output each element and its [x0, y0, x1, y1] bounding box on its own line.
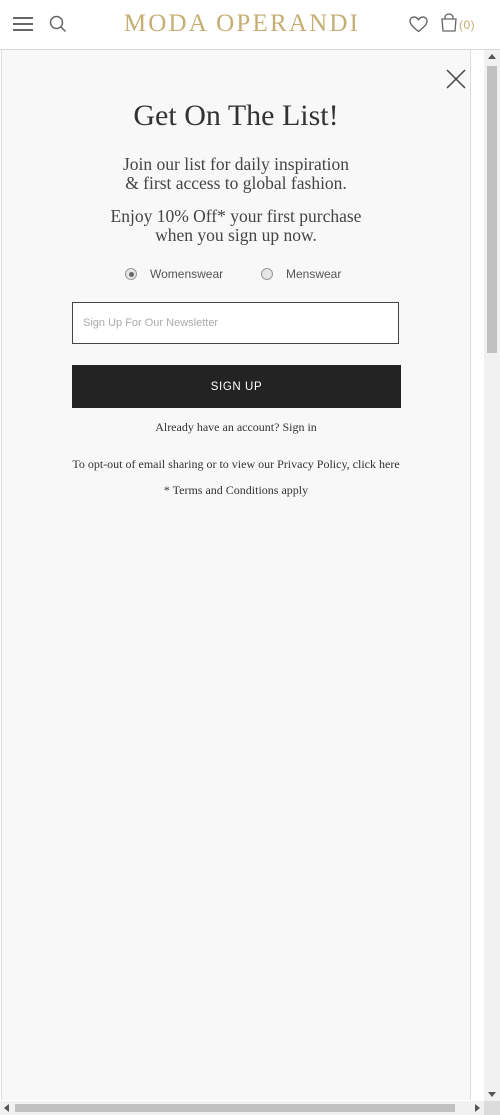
- intro-line: Join our list for daily inspiration: [122, 154, 350, 174]
- sign-in-link[interactable]: Sign in: [282, 420, 316, 434]
- radio-label: Menswear: [286, 267, 342, 281]
- radio-button-checked[interactable]: [125, 268, 137, 280]
- already-text: Already have an account?: [155, 420, 280, 434]
- horizontal-scrollbar[interactable]: [0, 1101, 484, 1115]
- optout-notice: To opt-out of email sharing or to view o…: [2, 457, 470, 472]
- gender-radio-group: Womenswear Menswear: [2, 267, 470, 287]
- newsletter-modal: Get On The List! Join our list for daily…: [1, 50, 471, 1100]
- optout-text: To opt-out of email sharing or to view o…: [72, 457, 275, 471]
- horizontal-scroll-thumb[interactable]: [15, 1104, 455, 1112]
- scroll-right-arrow-icon[interactable]: [475, 1104, 480, 1112]
- womenswear-radio[interactable]: Womenswear: [125, 267, 223, 281]
- scroll-left-arrow-icon[interactable]: [4, 1104, 9, 1112]
- intro-text: Join our list for daily inspiration & fi…: [2, 155, 470, 193]
- already-have-account: Already have an account? Sign in: [2, 420, 470, 435]
- scroll-up-arrow-icon[interactable]: [488, 54, 496, 59]
- close-icon[interactable]: [445, 68, 467, 90]
- radio-button-unchecked[interactable]: [261, 268, 273, 280]
- offer-line: Enjoy 10% Off* your first purchase: [110, 206, 362, 226]
- menswear-radio[interactable]: Menswear: [261, 267, 341, 281]
- site-header: MODA OPERANDI (0): [0, 0, 500, 50]
- privacy-policy-link[interactable]: Privacy Policy, click here: [277, 457, 400, 471]
- heart-icon[interactable]: [409, 16, 428, 33]
- vertical-scroll-thumb[interactable]: [487, 66, 497, 353]
- modal-title: Get On The List!: [133, 99, 339, 132]
- offer-text: Enjoy 10% Off* your first purchase when …: [2, 207, 470, 245]
- scroll-down-arrow-icon[interactable]: [488, 1092, 496, 1097]
- intro-line: & first access to global fashion.: [125, 173, 347, 193]
- bag-count: (0): [459, 18, 476, 32]
- scrollbar-corner: [484, 1101, 500, 1115]
- signup-button[interactable]: SIGN UP: [72, 365, 401, 408]
- shopping-bag-icon: [441, 13, 457, 32]
- shopping-bag-button[interactable]: (0): [440, 13, 475, 32]
- offer-line: when you sign up now.: [155, 225, 317, 245]
- vertical-scrollbar[interactable]: [484, 50, 500, 1101]
- radio-label: Womenswear: [150, 267, 224, 281]
- newsletter-email-input[interactable]: [72, 302, 399, 344]
- terms-notice: * Terms and Conditions apply: [163, 483, 309, 497]
